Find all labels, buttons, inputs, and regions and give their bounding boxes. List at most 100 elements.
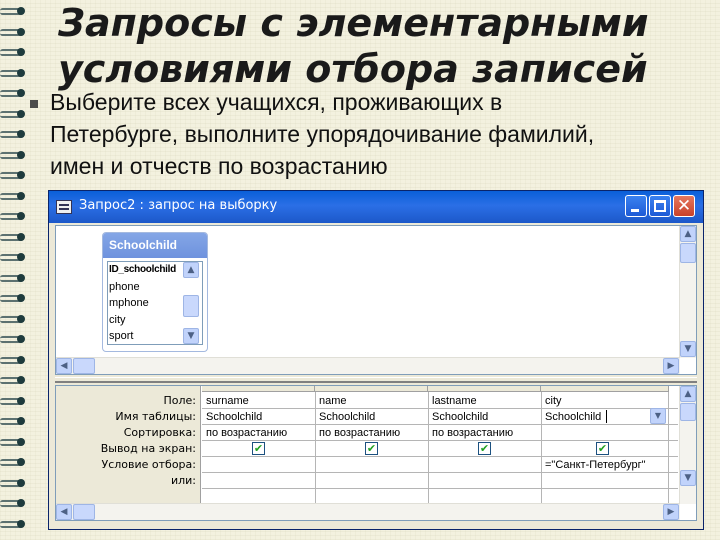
grid-horizontal-scrollbar[interactable]: ◀ ▶ [56,503,680,520]
pane-splitter[interactable] [55,377,697,383]
field-list-scroll-up-icon[interactable]: ▲ [183,262,199,278]
spiral-ring-icon [0,312,26,326]
grid-cell-criteria[interactable]: ="Санкт-Петербург" [542,457,668,473]
grid-cell-field[interactable]: surname [203,393,314,409]
field-list-scroll-thumb[interactable] [183,295,199,317]
spiral-ring-icon [0,455,26,469]
query-design-window: Запрос2 : запрос на выборку ✕ Schoolchil… [48,190,704,530]
column-selector[interactable] [202,386,315,392]
spiral-ring-icon [0,107,26,121]
grid-cell-table[interactable]: Schoolchild [542,409,602,425]
row-label-show: Вывод на экран: [100,442,196,455]
task-text: Выберите всех учащихся, проживающих в Пе… [50,86,720,182]
scroll-down-icon[interactable]: ▼ [680,341,696,357]
spiral-ring-icon [0,86,26,100]
window-titlebar[interactable]: Запрос2 : запрос на выборку ✕ [49,191,703,223]
scroll-right-icon[interactable]: ▶ [663,504,679,520]
scroll-thumb[interactable] [73,358,95,374]
scroll-thumb[interactable] [73,504,95,520]
task-text-line-2: Петербурге, выполните упорядочивание фам… [50,121,595,147]
close-icon: ✕ [676,196,692,216]
minimize-button[interactable] [625,195,647,217]
row-label-field: Поле: [163,394,196,407]
bullet-marker-icon [30,100,38,108]
text-cursor [606,410,607,423]
grid-cell-table[interactable]: Schoolchild [203,409,314,425]
spiral-ring-icon [0,4,26,18]
column-selector[interactable] [541,386,669,392]
maximize-button[interactable] [649,195,671,217]
spiral-ring-icon [0,394,26,408]
spiral-ring-icon [0,189,26,203]
query-design-grid: Поле: Имя таблицы: Сортировка: Вывод на … [55,385,697,521]
spiral-ring-icon [0,435,26,449]
scroll-thumb[interactable] [680,243,696,263]
show-checkbox[interactable]: ✔ [365,442,378,455]
grid-cell-table[interactable]: Schoolchild [316,409,427,425]
close-button[interactable]: ✕ [673,195,695,217]
scroll-left-icon[interactable]: ◀ [56,504,72,520]
show-checkbox[interactable]: ✔ [596,442,609,455]
table-name[interactable]: Schoolchild [103,233,207,258]
spiral-ring-icon [0,496,26,510]
grid-cell-sort[interactable]: по возрастанию [316,425,427,441]
spiral-ring-icon [0,373,26,387]
table-pane: Schoolchild ID_schoolchild phone mphone … [55,225,697,375]
column-selector[interactable] [315,386,428,392]
spiral-ring-icon [0,168,26,182]
spiral-ring-icon [0,414,26,428]
grid-row-labels: Поле: Имя таблицы: Сортировка: Вывод на … [56,386,201,504]
show-checkbox[interactable]: ✔ [252,442,265,455]
grid-cell-field[interactable]: lastname [429,393,540,409]
spiral-ring-icon [0,25,26,39]
row-label-table: Имя таблицы: [115,410,196,423]
grid-cell-field[interactable]: name [316,393,427,409]
window-title: Запрос2 : запрос на выборку [79,198,278,213]
spiral-ring-icon [0,66,26,80]
table-pane-vertical-scrollbar[interactable]: ▲ ▼ [679,226,696,358]
spiral-ring-icon [0,271,26,285]
field-item[interactable]: phone [108,279,202,296]
scroll-up-icon[interactable]: ▲ [680,226,696,242]
scroll-right-icon[interactable]: ▶ [663,358,679,374]
scroll-up-icon[interactable]: ▲ [680,386,696,402]
row-label-criteria: Условие отбора: [101,458,197,471]
spiral-ring-icon [0,291,26,305]
row-label-or: или: [170,474,196,487]
spiral-ring-icon [0,332,26,346]
scroll-down-icon[interactable]: ▼ [680,470,696,486]
task-text-line-3: имен и отчеств по возрастанию [50,153,388,179]
scroll-left-icon[interactable]: ◀ [56,358,72,374]
column-selector[interactable] [428,386,541,392]
show-checkbox[interactable]: ✔ [478,442,491,455]
query-icon [56,200,72,214]
grid-cell-field[interactable]: city [542,393,668,409]
field-list-scroll-down-icon[interactable]: ▼ [183,328,199,344]
maximize-icon [654,200,666,212]
grid-cell-sort[interactable]: по возрастанию [429,425,540,441]
grid-line [668,392,669,504]
spiral-ring-icon [0,517,26,531]
table-dropdown-icon[interactable]: ▼ [650,408,666,424]
slide-title: Запросы с элементарными условиями отбора… [58,0,708,92]
spiral-ring-icon [0,148,26,162]
spiral-ring-icon [0,476,26,490]
table-field-list-schoolchild[interactable]: Schoolchild ID_schoolchild phone mphone … [102,232,208,352]
spiral-binding [0,0,28,540]
grid-cell-table[interactable]: Schoolchild [429,409,540,425]
spiral-ring-icon [0,230,26,244]
scroll-thumb[interactable] [680,403,696,421]
grid-vertical-scrollbar[interactable]: ▲ ▼ [679,386,696,504]
spiral-ring-icon [0,250,26,264]
task-text-line-1: Выберите всех учащихся, проживающих в [50,89,503,115]
spiral-ring-icon [0,209,26,223]
table-pane-horizontal-scrollbar[interactable]: ◀ ▶ [56,357,680,374]
minimize-icon [631,209,639,212]
grid-line [202,488,678,489]
grid-cell-sort[interactable]: по возрастанию [203,425,314,441]
spiral-ring-icon [0,45,26,59]
spiral-ring-icon [0,353,26,367]
spiral-ring-icon [0,127,26,141]
row-label-sort: Сортировка: [123,426,196,439]
slide-title-line-1: Запросы с элементарными [58,1,649,45]
